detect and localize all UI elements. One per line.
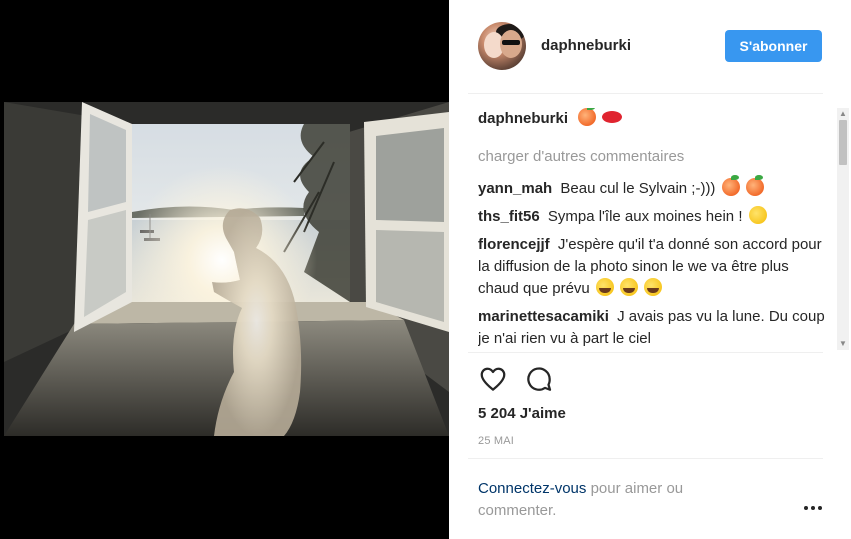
caption: daphneburki (478, 108, 828, 130)
login-prompt: Connectez-vous pour aimer ou commenter. (478, 478, 758, 522)
comment-username[interactable]: marinettesacamiki (478, 308, 609, 325)
scroll-down-arrow-icon[interactable]: ▼ (837, 338, 849, 350)
follow-button[interactable]: S'abonner (725, 30, 822, 62)
header-divider (468, 93, 823, 94)
wink-emoji-icon (748, 206, 767, 224)
list-item: florencejjf J'espère qu'il t'a donné son… (478, 234, 828, 300)
list-item: marinettesacamiki J avais pas vu la lune… (478, 306, 828, 350)
peach-emoji-icon (721, 175, 740, 196)
scroll-up-arrow-icon[interactable]: ▲ (837, 108, 849, 120)
joy-emoji-icon (644, 278, 663, 296)
comments-list: daphneburki charger d'autres commentaire… (478, 108, 828, 350)
footer-divider (468, 458, 823, 459)
comments-scrollbar[interactable]: ▲ ▼ (837, 108, 849, 350)
comment-text: Beau cul le Sylvain ;-))) (560, 180, 716, 197)
post-header: daphneburki S'abonner (449, 0, 851, 93)
lips-emoji-icon (602, 111, 623, 123)
header-username[interactable]: daphneburki (541, 37, 631, 54)
caption-username[interactable]: daphneburki (478, 110, 568, 127)
post-photo[interactable] (4, 102, 449, 436)
comments-divider (468, 352, 823, 353)
speech-bubble-icon[interactable] (524, 364, 554, 394)
list-item: yann_mah Beau cul le Sylvain ;-))) (478, 175, 828, 200)
post-date[interactable]: 25 MAI (478, 435, 514, 447)
post-actions (478, 364, 578, 394)
avatar[interactable] (478, 22, 526, 70)
comment-username[interactable]: ths_fit56 (478, 208, 540, 225)
likes-count[interactable]: 5 204 J'aime (478, 405, 566, 422)
heart-icon[interactable] (478, 364, 508, 394)
window-scene-illustration (4, 102, 449, 436)
joy-emoji-icon (620, 278, 639, 296)
list-item: ths_fit56 Sympa l'île aux moines hein ! (478, 206, 828, 228)
peach-emoji-icon (578, 108, 597, 126)
comment-text: Sympa l'île aux moines hein ! (547, 208, 743, 225)
scrollbar-thumb[interactable] (839, 120, 847, 165)
load-more-comments-link[interactable]: charger d'autres commentaires (478, 146, 828, 168)
comment-username[interactable]: yann_mah (478, 180, 552, 197)
joy-emoji-icon (595, 278, 614, 296)
ellipsis-icon[interactable] (804, 500, 826, 516)
comment-username[interactable]: florencejjf (478, 236, 550, 253)
post-media (0, 0, 449, 539)
login-link[interactable]: Connectez-vous (478, 480, 586, 497)
post-details-panel: daphneburki S'abonner daphneburki charge… (449, 0, 851, 539)
peach-emoji-icon (745, 175, 764, 196)
